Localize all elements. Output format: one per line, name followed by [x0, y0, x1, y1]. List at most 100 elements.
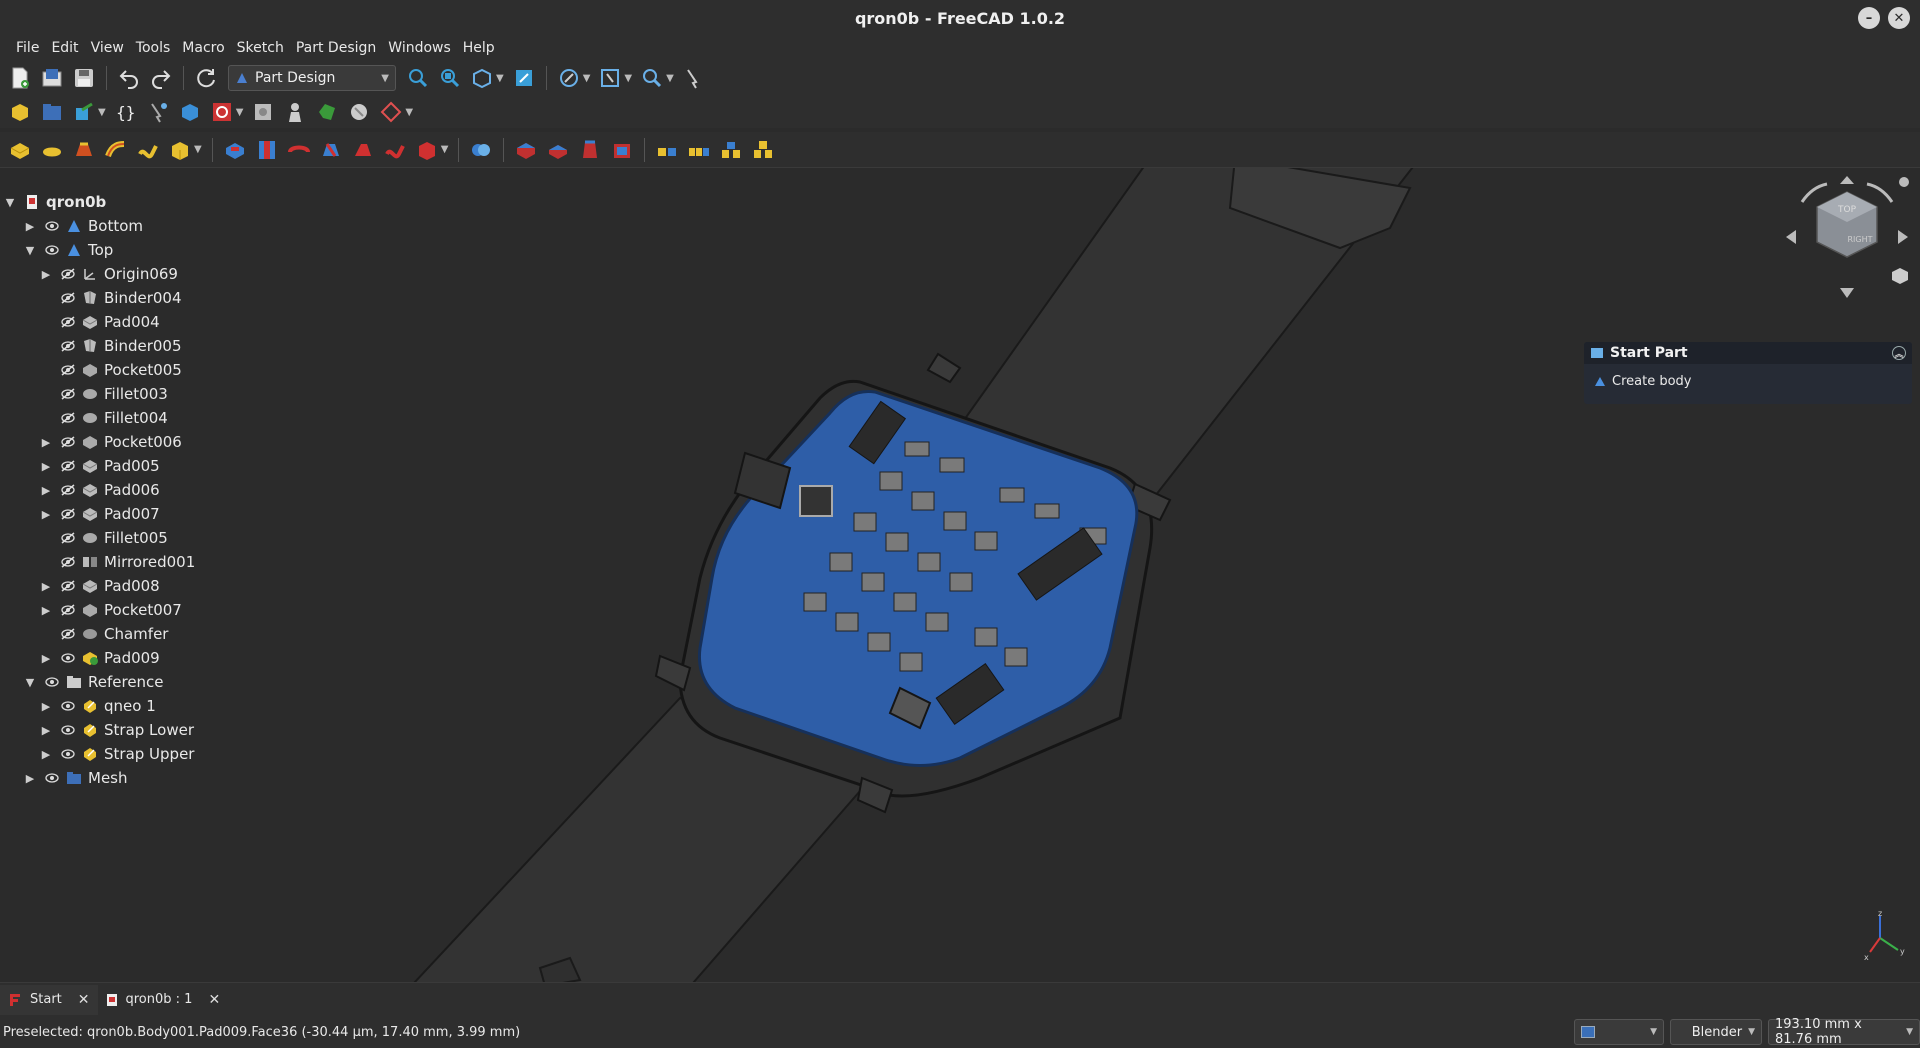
shape-binder-icon[interactable]: [313, 98, 341, 126]
hole-icon[interactable]: [253, 136, 281, 164]
menu-macro[interactable]: Macro: [176, 40, 230, 56]
visibility-hidden-icon[interactable]: [61, 364, 75, 376]
tree-item-top[interactable]: ▼ Top: [0, 238, 420, 262]
navcube-right-arrow-icon[interactable]: [1898, 230, 1908, 244]
measure-icon[interactable]: [510, 64, 538, 92]
validate-sketch-icon[interactable]: [249, 98, 277, 126]
multi-transform-icon[interactable]: [749, 136, 777, 164]
visibility-hidden-icon[interactable]: [61, 292, 75, 304]
menu-file[interactable]: File: [10, 40, 45, 56]
chevron-down-icon[interactable]: ▼: [405, 107, 413, 118]
visibility-icon[interactable]: [61, 652, 75, 664]
menu-sketch[interactable]: Sketch: [231, 40, 290, 56]
menu-tools[interactable]: Tools: [130, 40, 177, 56]
tree-item-pad009[interactable]: ▶ Pad009: [0, 646, 420, 670]
tree-item-mirrored001[interactable]: Mirrored001: [0, 550, 420, 574]
clone-icon[interactable]: [281, 98, 309, 126]
datum-plane-icon[interactable]: [377, 98, 405, 126]
menu-part-design[interactable]: Part Design: [290, 40, 382, 56]
revolution-icon[interactable]: [38, 136, 66, 164]
workbench-selector[interactable]: Part Design ▼: [228, 65, 396, 91]
chevron-down-icon[interactable]: ▼: [624, 73, 632, 84]
tree-item-pocket005[interactable]: Pocket005: [0, 358, 420, 382]
navigation-style-combo[interactable]: Blender ▼: [1670, 1019, 1762, 1045]
menu-view[interactable]: View: [85, 40, 130, 56]
refresh-icon[interactable]: [192, 64, 220, 92]
tree-item-pad006[interactable]: ▶ Pad006: [0, 478, 420, 502]
menu-edit[interactable]: Edit: [45, 40, 84, 56]
mirrored-icon[interactable]: [653, 136, 681, 164]
tree-root[interactable]: ▼ qron0b: [0, 190, 420, 214]
additive-primitive-icon[interactable]: [166, 136, 194, 164]
create-link-icon[interactable]: [70, 98, 98, 126]
groove-icon[interactable]: [285, 136, 313, 164]
visibility-hidden-icon[interactable]: [61, 388, 75, 400]
create-part-icon[interactable]: [6, 98, 34, 126]
redo-icon[interactable]: [147, 64, 175, 92]
tree-item-binder005[interactable]: Binder005: [0, 334, 420, 358]
loft-icon[interactable]: [70, 136, 98, 164]
tree-item-chamfer[interactable]: Chamfer: [0, 622, 420, 646]
chevron-right-icon[interactable]: ▶: [40, 652, 52, 665]
visibility-icon[interactable]: [61, 700, 75, 712]
new-sketch-icon[interactable]: [208, 98, 236, 126]
visibility-hidden-icon[interactable]: [61, 580, 75, 592]
variable-set-icon[interactable]: {}: [112, 98, 140, 126]
collapse-icon[interactable]: ︽: [1892, 346, 1906, 360]
tree-item-bottom[interactable]: ▶ Bottom: [0, 214, 420, 238]
navcube-rotate-left-icon[interactable]: [1800, 182, 1828, 203]
pocket-icon[interactable]: [221, 136, 249, 164]
visibility-icon[interactable]: [61, 724, 75, 736]
close-icon[interactable]: ✕: [78, 992, 90, 1008]
tree-item-fillet004[interactable]: Fillet004: [0, 406, 420, 430]
tree-item-fillet003[interactable]: Fillet003: [0, 382, 420, 406]
chevron-down-icon[interactable]: ▼: [441, 144, 449, 155]
task-panel-header[interactable]: Start Part ︽: [1584, 342, 1912, 364]
dimension-display[interactable]: 193.10 mm x 81.76 mm ▼: [1768, 1017, 1920, 1047]
navcube-menu-icon[interactable]: [1899, 177, 1909, 187]
pad-icon[interactable]: [6, 136, 34, 164]
chevron-down-icon[interactable]: ▼: [236, 107, 244, 118]
tree-item-pad008[interactable]: ▶ Pad008: [0, 574, 420, 598]
tree-item-qneo-1[interactable]: ▶ qneo 1: [0, 694, 420, 718]
tree-item-mesh[interactable]: ▶ Mesh: [0, 766, 420, 790]
expression-icon[interactable]: [144, 98, 172, 126]
visibility-hidden-icon[interactable]: [61, 436, 75, 448]
visibility-icon[interactable]: [45, 220, 59, 232]
boolean-icon[interactable]: [467, 136, 495, 164]
create-group-icon[interactable]: [38, 98, 66, 126]
visibility-icon[interactable]: [45, 772, 59, 784]
tree-item-pad005[interactable]: ▶ Pad005: [0, 454, 420, 478]
save-icon[interactable]: [70, 64, 98, 92]
chevron-down-icon[interactable]: ▼: [583, 73, 591, 84]
subtractive-primitive-icon[interactable]: [413, 136, 441, 164]
fillet-icon[interactable]: [512, 136, 540, 164]
subtractive-helix-icon[interactable]: [381, 136, 409, 164]
tree-item-reference[interactable]: ▼ Reference: [0, 670, 420, 694]
tree-item-pad007[interactable]: ▶ Pad007: [0, 502, 420, 526]
body-icon[interactable]: [176, 98, 204, 126]
tab-document[interactable]: qron0b : 1 ✕: [98, 985, 229, 1015]
chevron-down-icon[interactable]: ▼: [98, 107, 106, 118]
tree-item-strap-upper[interactable]: ▶ Strap Upper: [0, 742, 420, 766]
chevron-right-icon[interactable]: ▶: [40, 580, 52, 593]
subtractive-pipe-icon[interactable]: [349, 136, 377, 164]
navcube-up-arrow-icon[interactable]: [1840, 176, 1854, 184]
zoom-icon[interactable]: [638, 64, 666, 92]
standard-views-icon[interactable]: [468, 64, 496, 92]
tree-item-pocket006[interactable]: ▶ Pocket006: [0, 430, 420, 454]
fit-all-icon[interactable]: [404, 64, 432, 92]
chevron-down-icon[interactable]: ▼: [666, 73, 674, 84]
draft-icon[interactable]: [576, 136, 604, 164]
menu-help[interactable]: Help: [457, 40, 501, 56]
chevron-down-icon[interactable]: ▼: [24, 676, 36, 689]
chevron-right-icon[interactable]: ▶: [40, 748, 52, 761]
chevron-right-icon[interactable]: ▶: [40, 700, 52, 713]
visibility-icon[interactable]: [45, 244, 59, 256]
selection-filter-icon[interactable]: [596, 64, 624, 92]
tree-item-origin069[interactable]: ▶ Origin069: [0, 262, 420, 286]
visibility-hidden-icon[interactable]: [61, 532, 75, 544]
polar-pattern-icon[interactable]: [717, 136, 745, 164]
visibility-hidden-icon[interactable]: [61, 508, 75, 520]
chamfer-icon[interactable]: [544, 136, 572, 164]
